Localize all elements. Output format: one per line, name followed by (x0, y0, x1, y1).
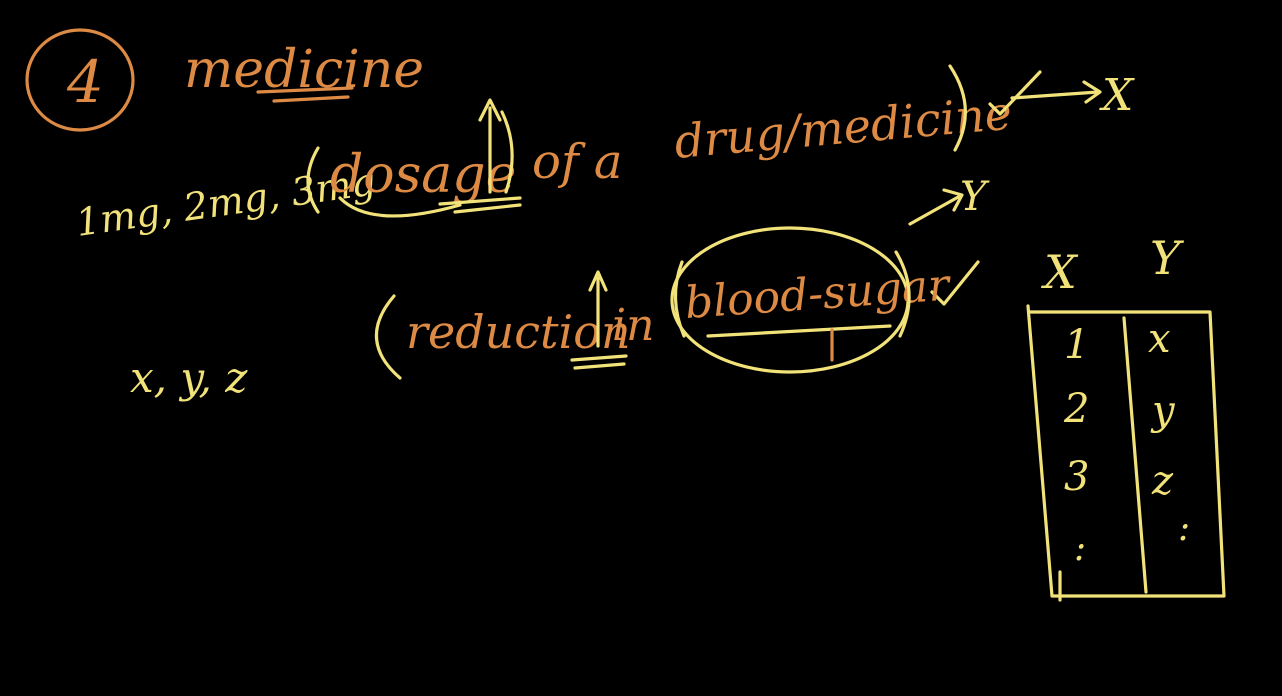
xyz-text: x, y, z (130, 353, 248, 402)
table-row1-y: x (1148, 316, 1171, 362)
table-row3-y: z (1151, 458, 1174, 504)
x-arrow-label: X (1099, 70, 1135, 121)
table-header-y: Y (1150, 231, 1185, 285)
table-row4-y: : (1178, 508, 1190, 549)
table-row1-x: 1 (1064, 322, 1089, 368)
whiteboard-canvas: 4 medicine 1mg, 2mg, 3mg dosage of a dru… (0, 0, 1282, 696)
table-row4-x: : (1074, 528, 1086, 569)
of-a-phrase: of a (532, 134, 623, 190)
table-row3-x: 3 (1064, 454, 1089, 500)
table-row2-y: y (1150, 388, 1176, 434)
table-header-x: X (1041, 245, 1079, 299)
dosage-word: dosage (330, 145, 516, 205)
y-arrow-label: Y (960, 174, 990, 220)
in-word: in (612, 300, 654, 351)
circled-number: 4 (66, 48, 104, 116)
table-row2-x: 2 (1063, 386, 1089, 432)
